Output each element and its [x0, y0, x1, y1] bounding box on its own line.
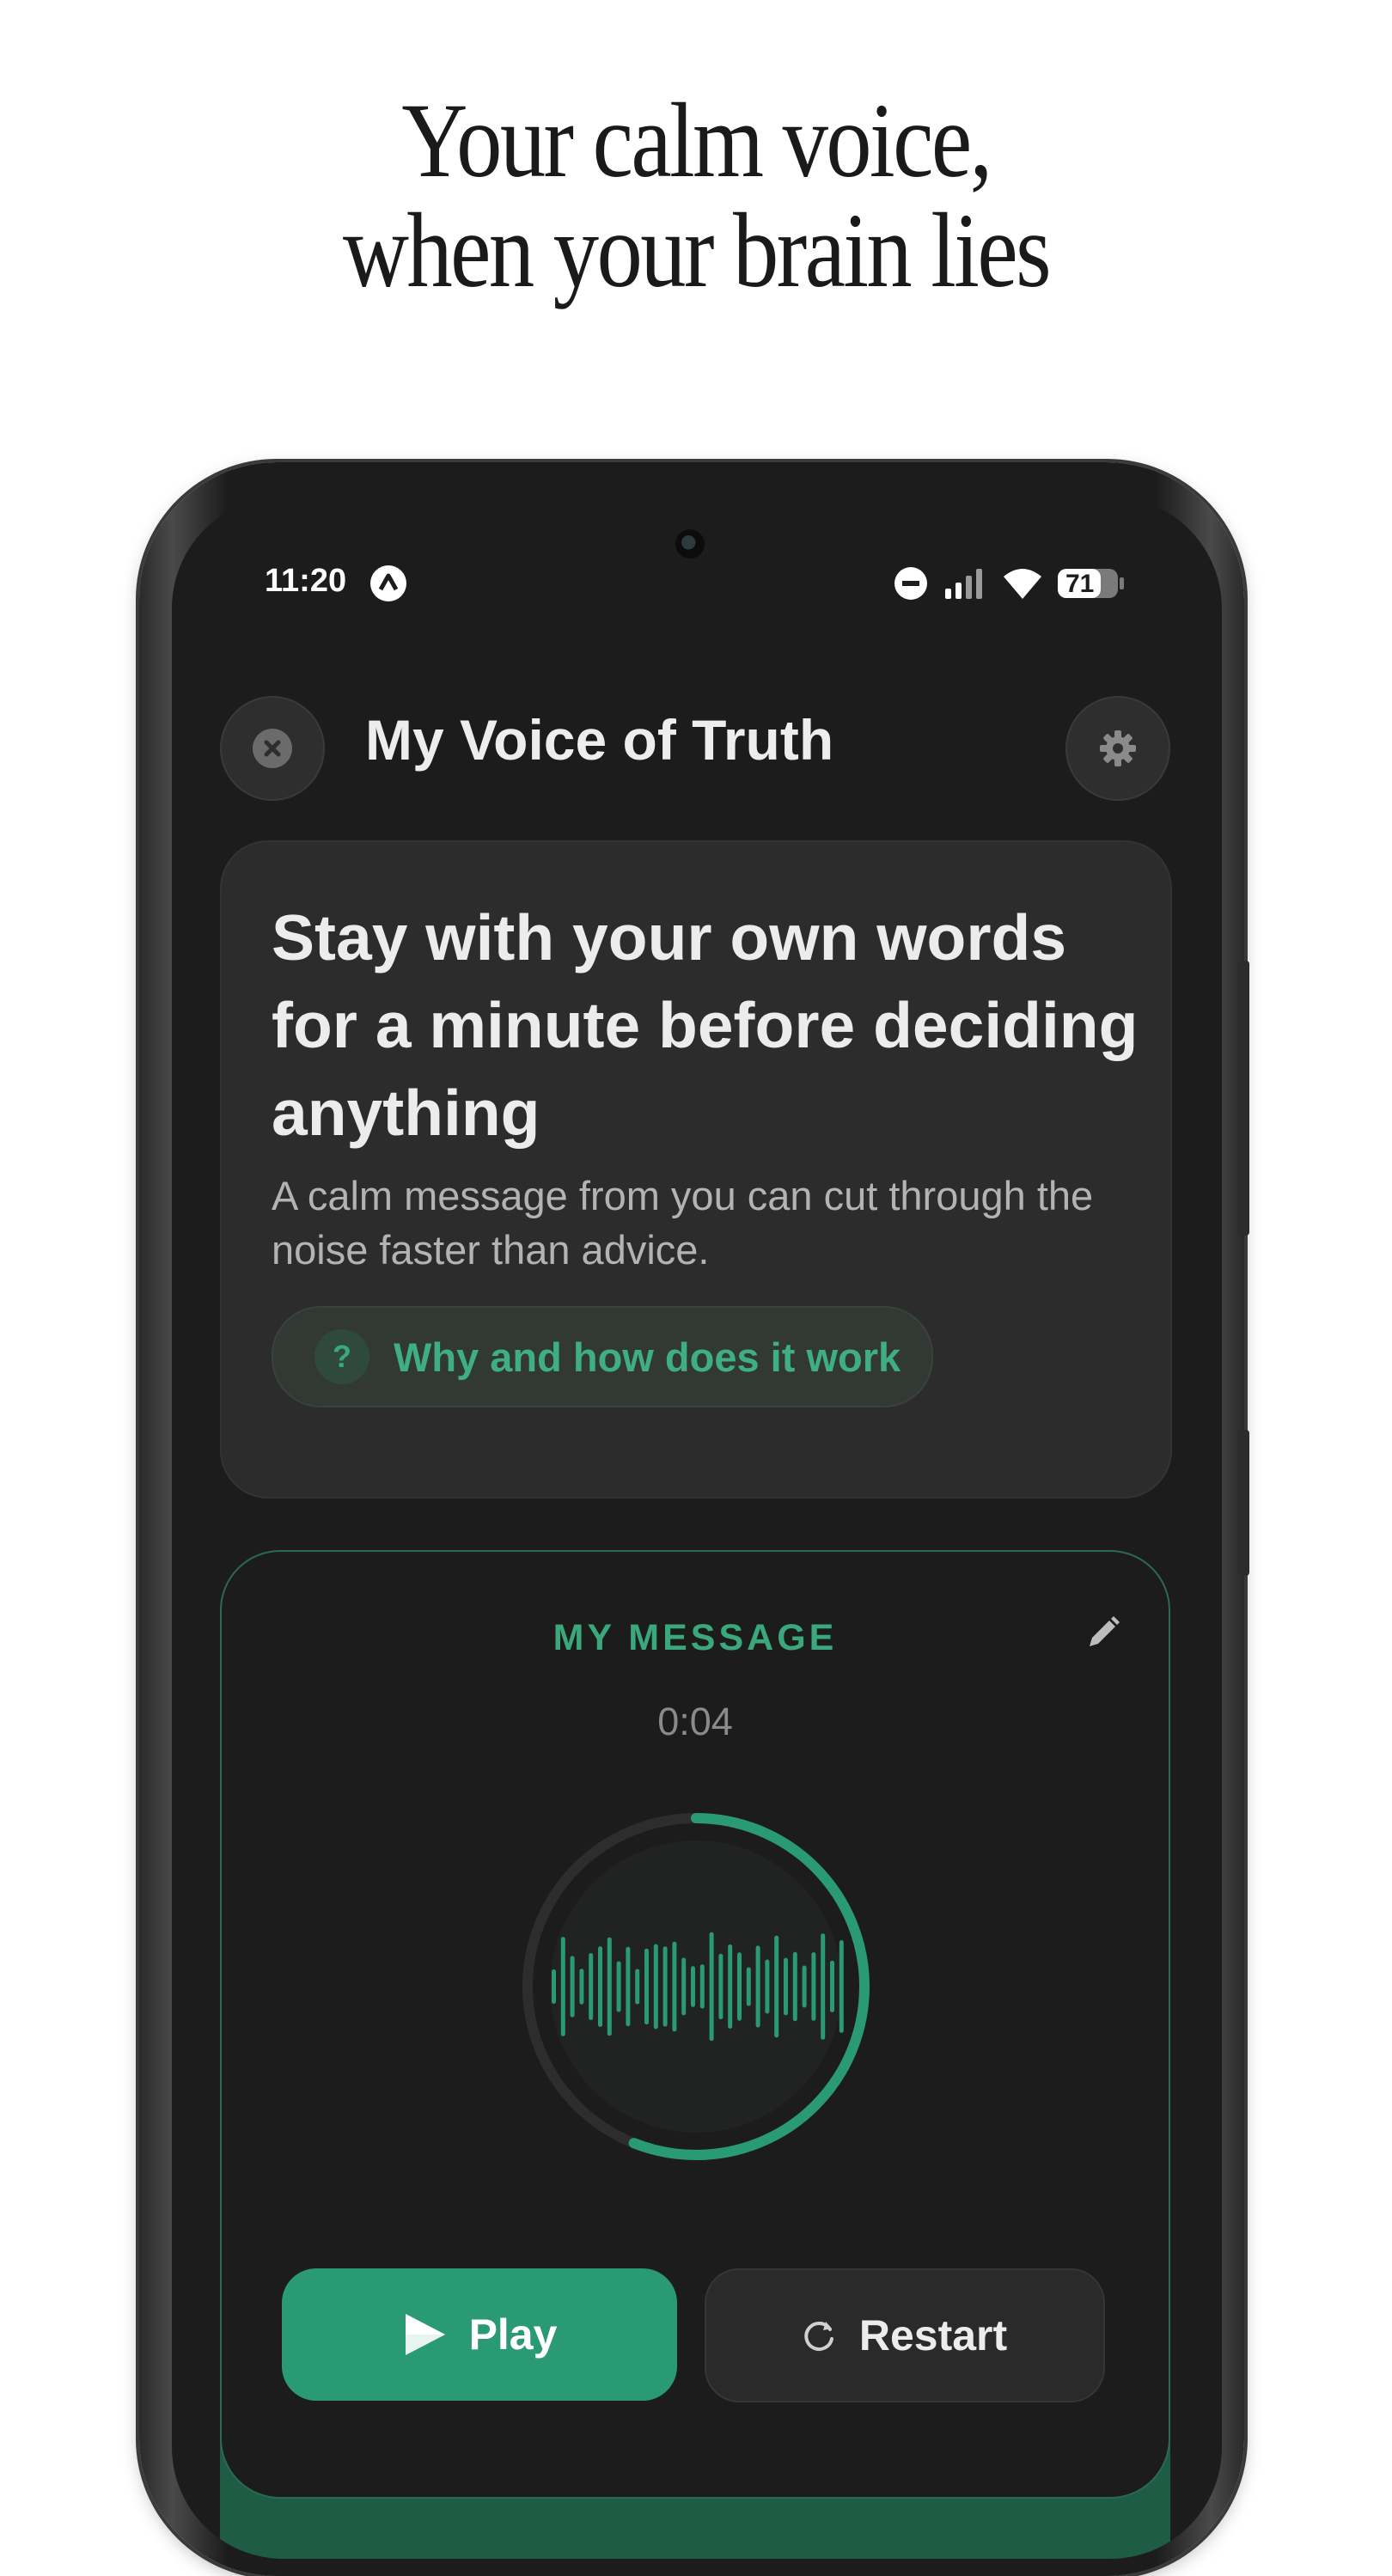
waveform-bar: [672, 1941, 677, 2032]
waveform-bar: [737, 1952, 742, 2021]
status-time: 11:20: [265, 563, 347, 599]
waveform-bar: [653, 1944, 658, 2030]
playback-player[interactable]: [521, 1811, 871, 2162]
waveform-bar: [821, 1933, 826, 2040]
info-card: Stay with your own words for a minute be…: [220, 840, 1172, 1499]
restart-label: Restart: [858, 2311, 1008, 2359]
why-how-label: Why and how does it work: [394, 1334, 901, 1380]
waveform-bar: [718, 1953, 723, 2020]
wifi-icon: [1002, 566, 1043, 605]
message-duration: 0:04: [657, 1700, 733, 1743]
waveform-bar: [811, 1952, 816, 2021]
waveform-bar: [662, 1946, 668, 2027]
restart-icon: [804, 2322, 833, 2351]
waveform-bar: [626, 1946, 631, 2027]
waveform-bar: [598, 1946, 602, 2027]
waveform-bar: [765, 1959, 770, 2014]
why-how-button[interactable]: ? Why and how does it work: [272, 1306, 933, 1407]
message-card: MY MESSAGE 0:04 Play Restart: [220, 1550, 1170, 2499]
phone-side-button: [1237, 961, 1249, 1236]
app-notification-icon: [369, 565, 407, 607]
headline-line-2: when your brain lies: [342, 192, 1052, 309]
waveform-bar: [616, 1961, 621, 2012]
waveform-bar: [728, 1944, 733, 2029]
waveform-bar: [774, 1935, 779, 2038]
settings-button[interactable]: [1065, 696, 1170, 801]
waveform-bar: [644, 1948, 649, 2025]
phone-side-button: [1237, 1430, 1249, 1576]
question-icon: ?: [314, 1329, 369, 1384]
gear-icon: [1100, 730, 1136, 766]
waveform-bar: [691, 1966, 695, 2007]
waveform-bar: [681, 1957, 687, 2016]
close-icon: [253, 729, 292, 768]
waveform-bar: [792, 1951, 797, 2022]
message-label: MY MESSAGE: [553, 1617, 838, 1658]
edit-button[interactable]: [1081, 1612, 1124, 1655]
waveform-bar: [839, 1940, 844, 2033]
waveform-bar: [635, 1969, 640, 2005]
waveform-bar: [607, 1937, 612, 2036]
waveform-bar: [830, 1960, 834, 2012]
waveform-bar: [552, 1969, 556, 2004]
waveform-bar: [709, 1932, 714, 2042]
marketing-headline: Your calm voice, when your brain lies: [0, 86, 1392, 306]
waveform-bar: [755, 1945, 760, 2028]
pencil-icon: [1090, 1616, 1120, 1646]
play-button[interactable]: Play: [282, 2268, 677, 2401]
waveform-bar: [570, 1956, 575, 2017]
info-heading: Stay with your own words for a minute be…: [272, 901, 1139, 1149]
waveform-bar: [746, 1967, 751, 2006]
headline-line-1: Your calm voice,: [401, 82, 992, 199]
close-button[interactable]: [220, 696, 325, 801]
do-not-disturb-icon: [894, 566, 928, 605]
waveform-bar: [589, 1953, 594, 2020]
play-icon: [405, 2314, 445, 2355]
front-camera: [675, 529, 705, 559]
battery-level: 71: [1065, 570, 1095, 598]
waveform-bar: [560, 1937, 565, 2036]
signal-icon: [943, 568, 986, 603]
restart-button[interactable]: Restart: [705, 2268, 1105, 2402]
status-bar: 11:20 71: [172, 561, 1222, 613]
waveform-bar: [784, 1957, 788, 2016]
app-title: My Voice of Truth: [365, 708, 834, 772]
info-body: A calm message from you can cut through …: [272, 1173, 1094, 1273]
app-screen: 11:20 71 My Voice of Truth Stay with you…: [172, 497, 1222, 2559]
waveform-bar: [699, 1964, 705, 2009]
waveform-bar: [579, 1969, 584, 2005]
play-label: Play: [468, 2310, 558, 2359]
waveform-bar: [802, 1965, 807, 2008]
playback-ring: [522, 1813, 870, 2160]
